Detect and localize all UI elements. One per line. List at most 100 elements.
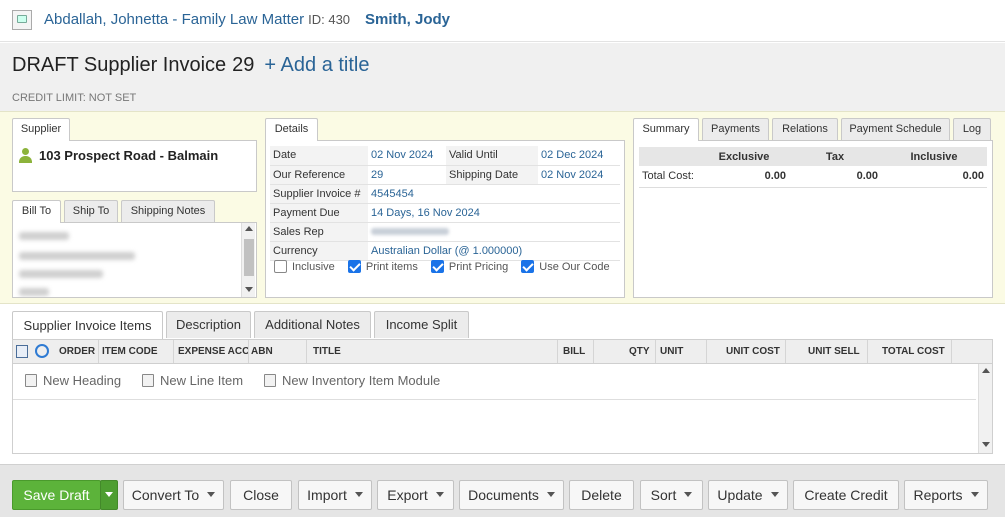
delete-button[interactable]: Delete <box>569 480 634 510</box>
tab-income-split[interactable]: Income Split <box>374 311 469 338</box>
save-draft-dropdown[interactable] <box>100 480 118 510</box>
list-icon[interactable] <box>16 345 28 358</box>
matter-image-icon <box>12 10 32 30</box>
reports-button[interactable]: Reports <box>904 480 988 510</box>
tab-payments[interactable]: Payments <box>702 118 769 140</box>
tab-additional-notes[interactable]: Additional Notes <box>254 311 371 338</box>
chevron-down-icon <box>970 492 979 497</box>
clipboard-icon <box>264 374 276 387</box>
date-value[interactable]: 02 Nov 2024 <box>368 146 446 166</box>
supplier-invoice-value[interactable]: 4545454 <box>368 184 620 204</box>
column-expense-account[interactable]: EXPENSE ACC <box>178 346 248 357</box>
our-reference-value[interactable]: 29 <box>368 165 446 185</box>
heading-icon <box>25 374 37 387</box>
currency-label: Currency <box>270 241 368 261</box>
items-grid-header: ORDER ITEM CODE EXPENSE ACC ABN TITLE BI… <box>12 339 993 364</box>
use-our-code-checkbox[interactable] <box>521 260 535 273</box>
inclusive-checkbox[interactable] <box>274 260 287 273</box>
export-button[interactable]: Export <box>377 480 454 510</box>
column-unit-sell[interactable]: UNIT SELL <box>808 346 860 357</box>
sales-rep-value[interactable] <box>368 222 620 242</box>
payment-due-label: Payment Due <box>270 203 368 223</box>
inclusive-header: Inclusive <box>910 150 958 163</box>
bill-to-address <box>12 222 257 298</box>
update-button[interactable]: Update <box>708 480 788 510</box>
invoice-number: 29 <box>232 54 255 76</box>
column-unit-cost[interactable]: UNIT COST <box>726 346 780 357</box>
tax-header: Tax <box>825 150 845 163</box>
use-our-code-option[interactable]: Use Our Code <box>521 260 610 273</box>
details-table: Date 02 Nov 2024 Valid Until 02 Dec 2024… <box>270 146 620 261</box>
column-qty[interactable]: QTY <box>629 346 650 357</box>
create-credit-button[interactable]: Create Credit <box>793 480 899 510</box>
supplier-invoice-label: Supplier Invoice # <box>270 184 368 204</box>
shipping-date-value[interactable]: 02 Nov 2024 <box>538 165 620 185</box>
save-draft-button[interactable]: Save Draft <box>12 480 101 510</box>
tab-bill-to[interactable]: Bill To <box>12 200 61 223</box>
matter-link[interactable]: Abdallah, Johnetta - Family Law Matter ID… <box>44 11 350 28</box>
valid-until-label: Valid Until <box>446 146 538 166</box>
column-bill[interactable]: BILL <box>563 346 585 357</box>
valid-until-value[interactable]: 02 Dec 2024 <box>538 146 620 166</box>
column-title[interactable]: TITLE <box>313 346 341 357</box>
matter-name[interactable]: Abdallah, Johnetta - Family Law Matter <box>44 11 304 28</box>
sort-button[interactable]: Sort <box>640 480 703 510</box>
tab-supplier[interactable]: Supplier <box>12 118 70 141</box>
tab-supplier-invoice-items[interactable]: Supplier Invoice Items <box>12 311 163 339</box>
tab-payment-schedule[interactable]: Payment Schedule <box>841 118 950 140</box>
chevron-down-icon <box>684 492 693 497</box>
chevron-down-icon <box>546 492 555 497</box>
tab-description[interactable]: Description <box>166 311 251 338</box>
close-button[interactable]: Close <box>230 480 292 510</box>
chevron-down-icon <box>105 492 113 497</box>
refresh-icon[interactable] <box>35 344 49 358</box>
tab-details[interactable]: Details <box>265 118 318 141</box>
column-abn[interactable]: ABN <box>251 346 273 357</box>
page-title: DRAFT Supplier Invoice 29 + Add a title <box>12 54 370 77</box>
convert-to-button[interactable]: Convert To <box>123 480 224 510</box>
chevron-down-icon <box>770 492 779 497</box>
print-pricing-checkbox[interactable] <box>430 260 444 273</box>
documents-button[interactable]: Documents <box>459 480 564 510</box>
print-pricing-option[interactable]: Print Pricing <box>430 260 508 273</box>
line-item-icon <box>142 374 154 387</box>
tab-relations[interactable]: Relations <box>772 118 838 140</box>
shipping-date-label: Shipping Date <box>446 165 538 185</box>
new-line-item-button[interactable]: New Line Item <box>142 373 243 388</box>
date-label: Date <box>270 146 368 166</box>
invoice-title: DRAFT Supplier Invoice <box>12 54 227 76</box>
contact-link[interactable]: Smith, Jody <box>365 11 450 28</box>
user-icon <box>18 148 32 163</box>
column-total-cost[interactable]: TOTAL COST <box>882 346 945 357</box>
address-scrollbar[interactable] <box>241 223 255 297</box>
column-item-code[interactable]: ITEM CODE <box>102 346 158 357</box>
our-reference-label: Our Reference <box>270 165 368 185</box>
items-scrollbar[interactable] <box>978 364 992 453</box>
exclusive-header: Exclusive <box>718 150 770 163</box>
tab-summary[interactable]: Summary <box>633 118 699 141</box>
tab-shipping-notes[interactable]: Shipping Notes <box>121 200 215 222</box>
print-items-option[interactable]: Print items <box>347 260 418 273</box>
summary-table: Exclusive Tax Inclusive Total Cost: 0.00… <box>639 147 987 188</box>
supplier-name[interactable]: 103 Prospect Road - Balmain <box>39 148 218 163</box>
tab-log[interactable]: Log <box>953 118 991 140</box>
tax-total: 0.00 <box>789 166 881 188</box>
new-heading-button[interactable]: New Heading <box>25 373 121 388</box>
new-inventory-item-module-button[interactable]: New Inventory Item Module <box>264 373 440 388</box>
exclusive-total: 0.00 <box>699 166 789 188</box>
add-title-link[interactable]: + Add a title <box>264 54 369 76</box>
tab-ship-to[interactable]: Ship To <box>64 200 118 222</box>
import-button[interactable]: Import <box>298 480 372 510</box>
currency-value[interactable]: Australian Dollar (@ 1.000000) <box>368 241 620 261</box>
payment-due-value[interactable]: 14 Days, 16 Nov 2024 <box>368 203 620 223</box>
total-cost-label: Total Cost: <box>639 166 699 188</box>
print-items-checkbox[interactable] <box>347 260 361 273</box>
chevron-down-icon <box>354 492 363 497</box>
inclusive-option[interactable]: Inclusive <box>274 260 335 273</box>
items-grid-body: New Heading New Line Item New Inventory … <box>12 364 993 454</box>
inclusive-total: 0.00 <box>881 166 987 188</box>
column-order[interactable]: ORDER <box>59 346 95 357</box>
details-options: Inclusive Print items Print Pricing Use … <box>274 260 620 273</box>
column-unit[interactable]: UNIT <box>660 346 683 357</box>
sales-rep-label: Sales Rep <box>270 222 368 242</box>
